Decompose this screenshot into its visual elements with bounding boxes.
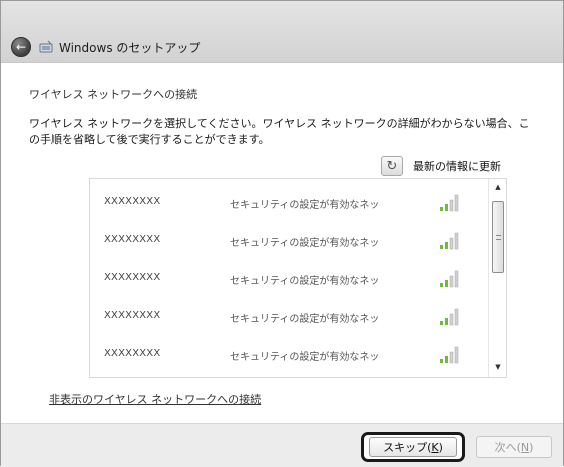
back-arrow-icon[interactable]: ←: [11, 37, 31, 57]
network-name: XXXXXXXX: [104, 234, 161, 245]
next-button[interactable]: 次へ(N): [476, 436, 552, 458]
wireless-setup-icon: [39, 40, 53, 53]
scroll-up-icon[interactable]: ▲: [493, 183, 503, 193]
network-item[interactable]: XXXXXXXX セキュリティの設定が有効なネットワーク: [90, 221, 488, 261]
network-security: セキュリティの設定が有効なネットワーク: [230, 352, 380, 363]
network-name: XXXXXXXX: [104, 310, 161, 321]
network-security: セキュリティの設定が有効なネットワーク: [230, 200, 380, 211]
network-item[interactable]: XXXXXXXX セキュリティの設定が有効なネットワーク: [90, 297, 488, 337]
network-security: セキュリティの設定が有効なネットワーク: [230, 276, 380, 287]
refresh-row: ↻ 最新の情報に更新: [381, 154, 501, 178]
next-label: 次へ: [494, 441, 517, 454]
thumb-grip-icon: [496, 235, 501, 240]
refresh-icon[interactable]: ↻: [381, 156, 403, 176]
network-name: XXXXXXXX: [104, 348, 161, 359]
setup-window: ← Windows のセットアップ ワイヤレス ネットワークへの接続 ワイヤレス…: [0, 0, 564, 467]
network-name: XXXXXXXX: [104, 196, 161, 207]
signal-strength-icon: [440, 232, 459, 250]
next-accelerator: N: [520, 440, 530, 454]
window-title: Windows のセットアップ: [59, 41, 201, 55]
hidden-network-link[interactable]: 非表示のワイヤレス ネットワークへの接続: [49, 391, 261, 407]
network-list[interactable]: XXXXXXXX セキュリティの設定が有効なネットワーク XXXXXXXX セキ…: [89, 178, 507, 378]
network-item[interactable]: XXXXXXXX セキュリティの設定が有効なネットワーク: [90, 335, 488, 375]
page-heading: ワイヤレス ネットワークへの接続: [29, 88, 198, 101]
network-security: セキュリティの設定が有効なネットワーク: [230, 238, 380, 249]
signal-strength-icon: [440, 194, 459, 212]
skip-label: スキップ: [383, 441, 428, 454]
network-name: XXXXXXXX: [104, 272, 161, 283]
skip-button[interactable]: スキップ(K): [369, 437, 457, 457]
network-security: セキュリティの設定が有効なネットワーク: [230, 314, 380, 325]
refresh-label[interactable]: 最新の情報に更新: [413, 158, 501, 174]
scroll-down-icon[interactable]: ▼: [493, 363, 503, 373]
title-bar: ← Windows のセットアップ: [1, 1, 563, 63]
network-item[interactable]: XXXXXXXX セキュリティの設定が有効なネットワーク: [90, 183, 488, 223]
list-scrollbar[interactable]: ▲ ▼: [488, 179, 506, 377]
signal-strength-icon: [440, 308, 459, 326]
signal-strength-icon: [440, 270, 459, 288]
scroll-thumb[interactable]: [492, 201, 504, 273]
network-item[interactable]: XXXXXXXX セキュリティの設定が有効なネットワーク: [90, 259, 488, 299]
page-description: ワイヤレス ネットワークを選択してください。ワイヤレス ネットワークの詳細がわか…: [29, 117, 530, 146]
skip-accelerator: K: [431, 440, 439, 454]
signal-strength-icon: [440, 346, 459, 364]
skip-button-highlight[interactable]: スキップ(K): [361, 432, 465, 462]
footer-bar: スキップ(K) 次へ(N): [1, 423, 563, 467]
